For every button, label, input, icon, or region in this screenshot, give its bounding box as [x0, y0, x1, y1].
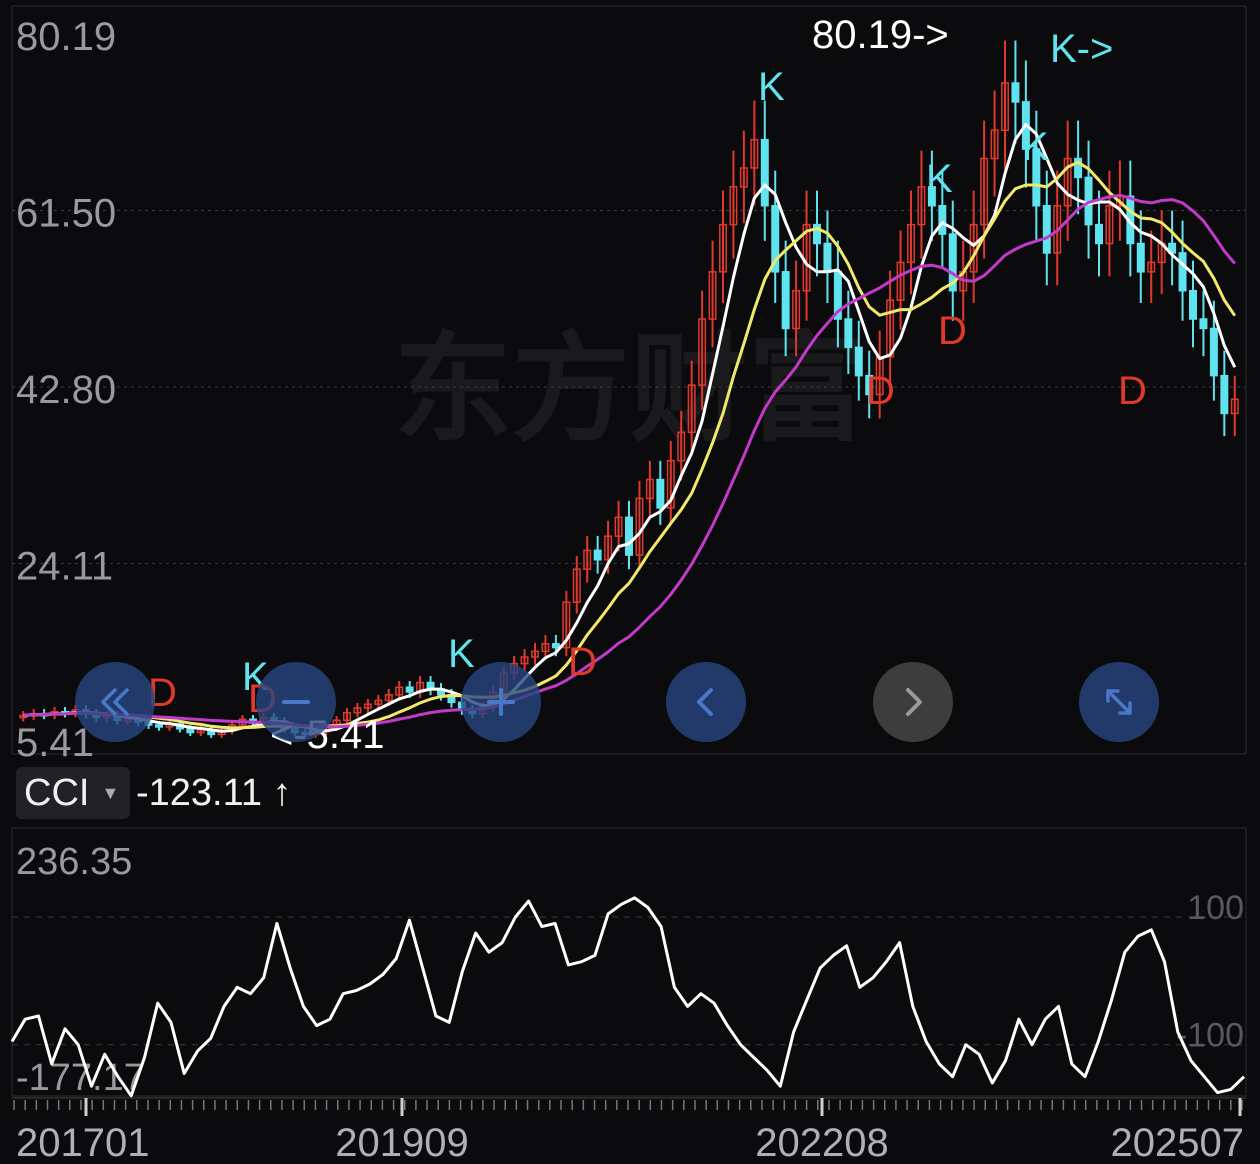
- cci-tick-label: 236.35: [16, 841, 132, 883]
- signal-k-label: K->: [1050, 27, 1113, 71]
- price-tick-label: 61.50: [16, 191, 116, 235]
- price-tick-label: 24.11: [16, 544, 113, 588]
- signal-d-label: D: [938, 309, 967, 353]
- candle-body: [1220, 374, 1229, 415]
- cci-reference-label: 100: [1187, 889, 1244, 927]
- cci-panel-frame: [11, 827, 1247, 1097]
- scroll-to-start-button[interactable]: [75, 662, 155, 742]
- chevron-down-icon: ▼: [101, 782, 120, 803]
- candle-body: [405, 686, 414, 693]
- chevron-right-icon: [906, 688, 922, 716]
- x-axis-label: 202507: [1111, 1121, 1244, 1164]
- zoom-in-button[interactable]: [461, 662, 541, 742]
- candlestick-price-chart[interactable]: 东方财富 80.1961.5042.8024.115.41 KKKKKK->DD…: [0, 0, 1260, 1164]
- signal-k-label: K: [448, 632, 475, 676]
- indicator-value: -123.11 ↑: [136, 772, 292, 814]
- signal-d-label: D: [1118, 369, 1147, 413]
- indicator-selector[interactable]: CCI ▼: [16, 767, 130, 819]
- zoom-out-button[interactable]: [256, 662, 336, 742]
- candle-body: [155, 724, 163, 728]
- scroll-left-button[interactable]: [666, 662, 746, 742]
- candle-body: [1095, 223, 1103, 245]
- candle-body: [760, 138, 769, 207]
- signal-d-label: D: [568, 640, 597, 684]
- candle-body: [1136, 242, 1145, 273]
- price-tick-label: 80.19: [16, 15, 116, 59]
- high-price-label: 80.19->: [812, 13, 949, 57]
- candle-body: [625, 516, 633, 556]
- minus-icon: [282, 700, 310, 704]
- signal-k-label: K: [758, 65, 785, 109]
- expand-icon: [1106, 689, 1132, 715]
- chevron-double-left-icon: [101, 688, 129, 716]
- scroll-right-button[interactable]: [873, 662, 953, 742]
- candle-body: [1199, 318, 1208, 330]
- signal-d-label: D: [866, 369, 895, 413]
- fullscreen-button[interactable]: [1079, 662, 1159, 742]
- plus-icon: [487, 688, 515, 716]
- price-tick-label: 42.80: [16, 368, 116, 412]
- candle-body: [186, 728, 195, 734]
- candle-body: [656, 478, 665, 509]
- candle-body: [844, 318, 853, 349]
- candle-body: [781, 271, 790, 330]
- signal-k-label: K: [926, 157, 953, 201]
- candle-body: [823, 242, 832, 273]
- candle-body: [938, 204, 947, 235]
- x-axis-label: 202208: [755, 1121, 888, 1164]
- candle-body: [1042, 204, 1051, 254]
- candle-body: [1011, 82, 1020, 103]
- chevron-left-icon: [697, 688, 713, 716]
- cci-tick-label: -177.17: [16, 1057, 145, 1099]
- signal-k-label: K: [1022, 125, 1049, 169]
- price-tick-label: 5.41: [16, 721, 94, 765]
- x-axis-label: 201701: [16, 1121, 149, 1164]
- indicator-name: CCI: [24, 771, 90, 814]
- candle-body: [551, 643, 560, 649]
- ma-line-ma20: [23, 193, 1236, 729]
- candle-body: [593, 549, 602, 561]
- x-axis-label: 201909: [335, 1121, 468, 1164]
- candle-body: [854, 346, 863, 377]
- candle-body: [1178, 252, 1187, 292]
- candle-body: [1189, 289, 1197, 320]
- candle-body: [1209, 327, 1218, 377]
- cci-line: [10, 896, 1246, 1098]
